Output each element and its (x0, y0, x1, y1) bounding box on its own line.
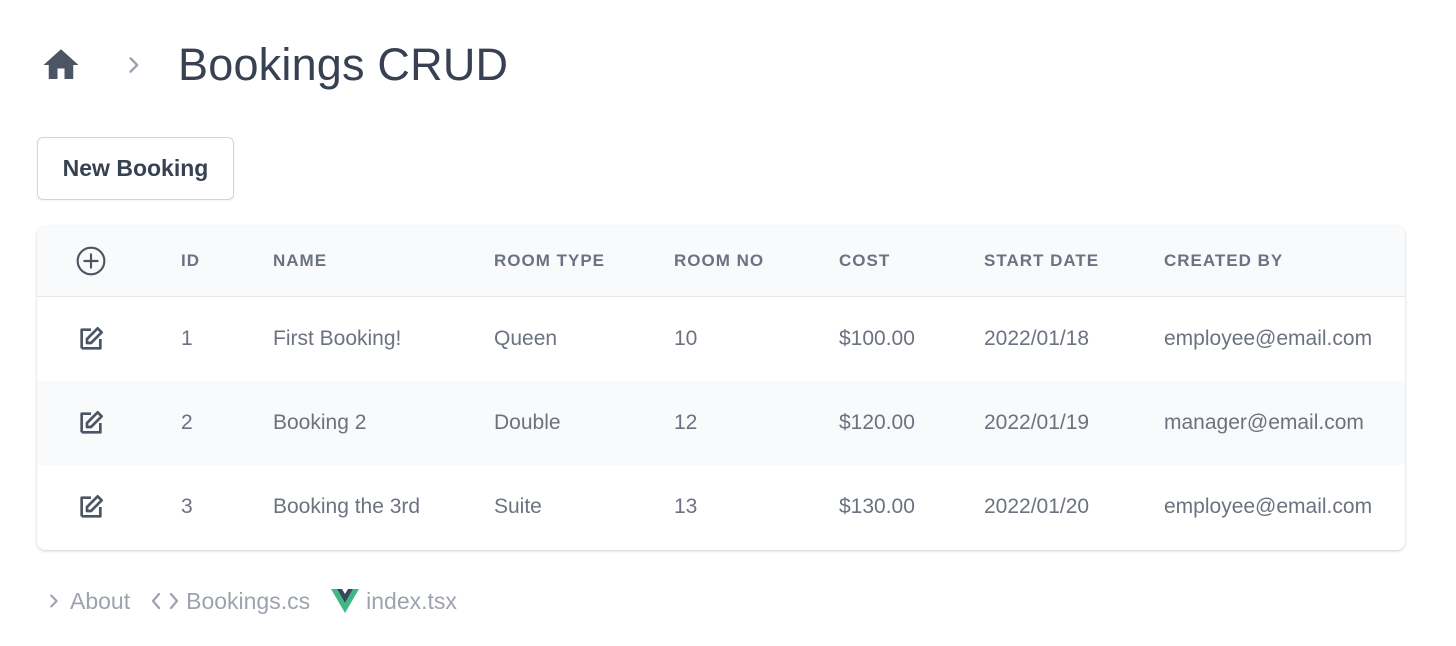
footer-links: About Bookings.cs index.tsx (44, 582, 477, 620)
cell-name: Booking 2 (273, 411, 367, 434)
cell-id: 1 (181, 327, 193, 350)
plus-circle-icon[interactable] (75, 245, 107, 277)
breadcrumb: Bookings CRUD (40, 30, 508, 100)
bookings-table: ID NAME ROOM TYPE ROOM NO COST START DAT… (37, 226, 1405, 550)
cell-created-by: manager@email.com (1164, 411, 1364, 434)
cell-cost: $100.00 (839, 327, 915, 350)
cell-id: 3 (181, 495, 193, 518)
home-icon[interactable] (40, 44, 82, 86)
edit-icon[interactable] (75, 407, 107, 439)
page: Bookings CRUD New Booking ID NAME ROOM T… (0, 0, 1456, 646)
code-icon (152, 592, 179, 610)
chevron-right-icon (129, 57, 139, 73)
page-title: Bookings CRUD (178, 39, 509, 90)
about-link[interactable]: About (44, 588, 130, 615)
edit-cell (75, 381, 107, 465)
cell-room-no: 13 (674, 495, 698, 518)
cell-id: 2 (181, 411, 193, 434)
cell-start-date: 2022/01/18 (984, 327, 1090, 350)
column-header-room-no[interactable]: ROOM NO (674, 226, 764, 296)
column-header-id[interactable]: ID (181, 226, 200, 296)
chevron-right-icon (50, 594, 58, 608)
cell-name: Booking the 3rd (273, 495, 421, 518)
cell-cost: $120.00 (839, 411, 915, 434)
column-header-name[interactable]: NAME (273, 226, 327, 296)
vue-logo-icon (331, 589, 360, 613)
table-row[interactable]: 1 First Booking! Queen 10 $100.00 2022/0… (37, 297, 1405, 381)
about-link-label: About (70, 587, 131, 614)
column-header-room-type[interactable]: ROOM TYPE (494, 226, 605, 296)
cell-start-date: 2022/01/20 (984, 495, 1090, 518)
bookings-cs-link-label: Bookings.cs (186, 587, 311, 614)
table-header-row: ID NAME ROOM TYPE ROOM NO COST START DAT… (37, 226, 1405, 297)
column-header-cost[interactable]: COST (839, 226, 890, 296)
edit-cell (75, 465, 107, 549)
edit-icon[interactable] (75, 491, 107, 523)
index-tsx-link[interactable]: index.tsx (330, 587, 457, 615)
cell-room-type: Queen (494, 327, 558, 350)
cell-room-type: Double (494, 411, 561, 434)
column-header-start-date[interactable]: START DATE (984, 226, 1099, 296)
new-booking-button[interactable]: New Booking (37, 137, 234, 200)
cell-cost: $130.00 (839, 495, 915, 518)
cell-created-by: employee@email.com (1164, 495, 1373, 518)
cell-room-type: Suite (494, 495, 542, 518)
table-row[interactable]: 3 Booking the 3rd Suite 13 $130.00 2022/… (37, 465, 1405, 549)
add-cell (75, 226, 107, 296)
column-header-created-by[interactable]: CREATED BY (1164, 226, 1283, 296)
table-row[interactable]: 2 Booking 2 Double 12 $120.00 2022/01/19… (37, 381, 1405, 465)
cell-room-no: 10 (674, 327, 698, 350)
cell-name: First Booking! (273, 327, 402, 350)
cell-start-date: 2022/01/19 (984, 411, 1090, 434)
cell-created-by: employee@email.com (1164, 327, 1373, 350)
edit-cell (75, 297, 107, 381)
index-tsx-link-label: index.tsx (366, 587, 457, 614)
edit-icon[interactable] (75, 323, 107, 355)
cell-room-no: 12 (674, 411, 698, 434)
bookings-cs-link[interactable]: Bookings.cs (150, 588, 310, 615)
